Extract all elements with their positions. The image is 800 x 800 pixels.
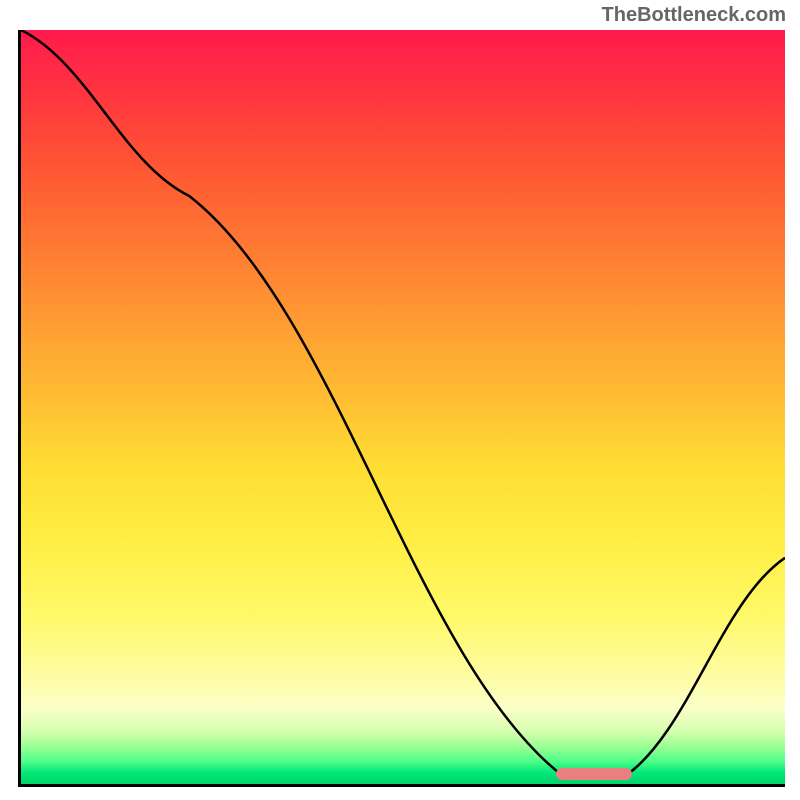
chart-container: TheBottleneck.com: [0, 0, 800, 800]
plot-area: [18, 30, 785, 787]
bottleneck-curve: [21, 30, 785, 784]
optimum-marker: [556, 768, 632, 780]
watermark-text: TheBottleneck.com: [602, 4, 786, 27]
